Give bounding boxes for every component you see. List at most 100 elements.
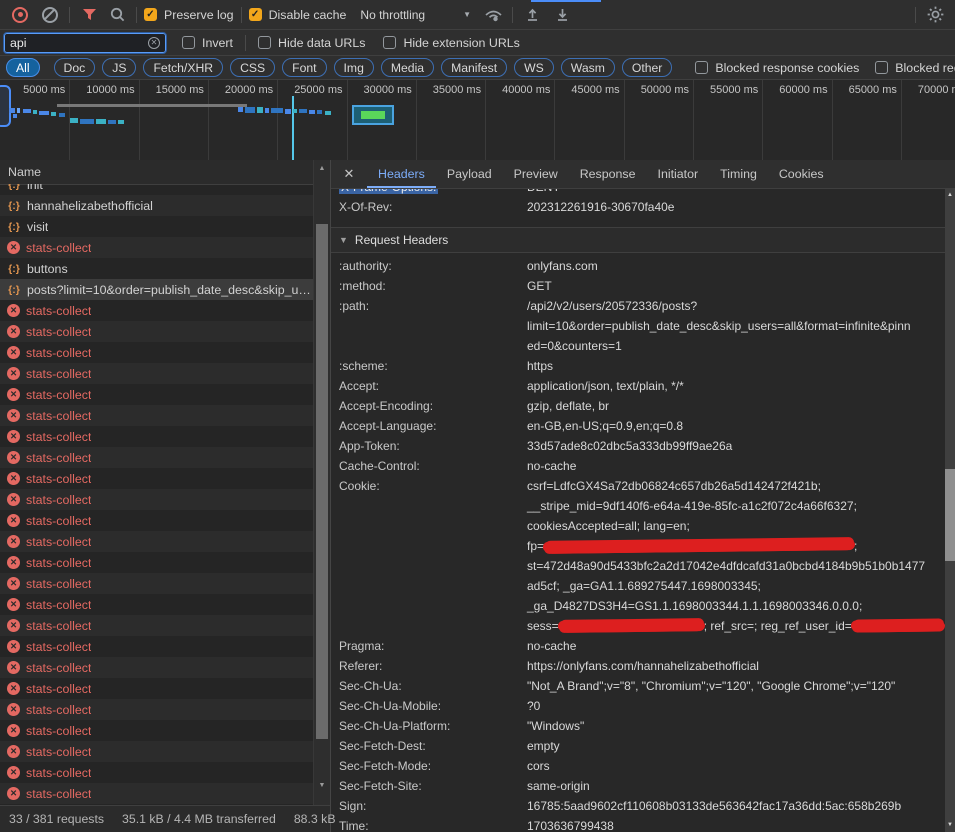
waterfall-bar: [317, 110, 322, 114]
scrollbar-thumb[interactable]: [316, 224, 328, 739]
request-row[interactable]: ✕stats-collect: [0, 405, 314, 426]
type-filter-wasm[interactable]: Wasm: [561, 58, 615, 77]
scroll-up-icon[interactable]: ▲: [945, 192, 955, 198]
request-row[interactable]: ✕stats-collect: [0, 636, 314, 657]
request-row[interactable]: ✕stats-collect: [0, 552, 314, 573]
request-row[interactable]: ✕stats-collect: [0, 531, 314, 552]
request-row[interactable]: ✕stats-collect: [0, 594, 314, 615]
request-row[interactable]: ✕stats-collect: [0, 657, 314, 678]
header-name: Referer:: [331, 656, 527, 676]
request-row[interactable]: ✕stats-collect: [0, 699, 314, 720]
redaction-scribble: [544, 537, 854, 554]
tab-preview[interactable]: Preview: [503, 160, 569, 188]
request-row[interactable]: ✕stats-collect: [0, 783, 314, 804]
type-filter-doc[interactable]: Doc: [54, 58, 96, 77]
hide-extension-urls-checkbox[interactable]: Hide extension URLs: [383, 36, 519, 50]
header-row: :authority:onlyfans.com: [331, 256, 945, 276]
waterfall-bar: [325, 111, 331, 115]
request-row[interactable]: {:}visit: [0, 216, 314, 237]
type-filter-media[interactable]: Media: [381, 58, 434, 77]
filter-input[interactable]: api ✕: [4, 33, 166, 53]
checkbox-blocked-response-cookies[interactable]: Blocked response cookies: [695, 61, 859, 75]
clear-icon[interactable]: [38, 3, 62, 27]
type-filter-css[interactable]: CSS: [230, 58, 275, 77]
preserve-log-checkbox[interactable]: ✓ Preserve log: [144, 8, 234, 22]
request-row[interactable]: ✕stats-collect: [0, 300, 314, 321]
request-row[interactable]: ✕stats-collect: [0, 447, 314, 468]
disable-cache-checkbox[interactable]: ✓ Disable cache: [249, 8, 347, 22]
scroll-up-icon[interactable]: ▲: [314, 165, 330, 172]
type-filter-ws[interactable]: WS: [514, 58, 554, 77]
request-row[interactable]: ✕stats-collect: [0, 615, 314, 636]
tab-headers[interactable]: Headers: [367, 160, 436, 188]
request-row[interactable]: {:}hannahelizabethofficial: [0, 195, 314, 216]
requests-scrollbar[interactable]: ▲ ▼: [313, 160, 330, 805]
checkbox-unchecked-icon: [182, 36, 195, 49]
scroll-down-icon[interactable]: ▼: [314, 782, 330, 789]
request-row[interactable]: ✕stats-collect: [0, 237, 314, 258]
throttling-dropdown[interactable]: No throttling ▼: [360, 8, 471, 22]
network-conditions-icon[interactable]: [481, 3, 505, 27]
hide-data-urls-checkbox[interactable]: Hide data URLs: [258, 36, 365, 50]
search-icon[interactable]: [105, 3, 129, 27]
settings-gear-icon[interactable]: [923, 3, 947, 27]
request-row[interactable]: ✕stats-collect: [0, 573, 314, 594]
header-value: same-origin: [527, 776, 590, 796]
name-column-header[interactable]: Name: [0, 160, 330, 185]
timeline-overview[interactable]: 5000 ms10000 ms15000 ms20000 ms25000 ms3…: [0, 80, 955, 161]
tab-cookies[interactable]: Cookies: [768, 160, 835, 188]
import-har-icon[interactable]: [520, 3, 544, 27]
request-row[interactable]: {:}posts?limit=10&order=publish_date_des…: [0, 279, 314, 300]
scrollbar-thumb[interactable]: [945, 469, 955, 561]
waterfall-bar: [39, 111, 49, 115]
tab-initiator[interactable]: Initiator: [647, 160, 710, 188]
timeline-tick-label: 70000 ms: [894, 84, 955, 96]
tab-payload[interactable]: Payload: [436, 160, 503, 188]
header-name: Sec-Ch-Ua-Mobile:: [331, 696, 527, 716]
request-row[interactable]: ✕stats-collect: [0, 468, 314, 489]
request-row[interactable]: ✕stats-collect: [0, 384, 314, 405]
checkbox-blocked-requests[interactable]: Blocked requests: [875, 61, 955, 75]
waterfall-bar: [245, 107, 255, 113]
header-row: Sec-Fetch-Site:same-origin: [331, 776, 945, 796]
request-headers-section-header[interactable]: ▼Request Headers: [331, 227, 945, 253]
error-icon: ✕: [7, 640, 20, 653]
record-icon[interactable]: [8, 3, 32, 27]
request-name: stats-collect: [26, 241, 91, 255]
request-row[interactable]: {:}buttons: [0, 258, 314, 279]
request-row[interactable]: ✕stats-collect: [0, 426, 314, 447]
type-filter-img[interactable]: Img: [334, 58, 374, 77]
header-value: https://onlyfans.com/hannahelizabethoffi…: [527, 656, 759, 676]
export-har-icon[interactable]: [550, 3, 574, 27]
status-segment: 35.1 kB / 4.4 MB transferred: [122, 812, 276, 826]
type-filter-all[interactable]: All: [6, 58, 40, 77]
type-filter-other[interactable]: Other: [622, 58, 672, 77]
type-filter-font[interactable]: Font: [282, 58, 326, 77]
invert-checkbox[interactable]: Invert: [182, 36, 233, 50]
type-filter-js[interactable]: JS: [102, 58, 136, 77]
request-row[interactable]: ✕stats-collect: [0, 678, 314, 699]
filter-icon[interactable]: [77, 3, 101, 27]
clear-filter-icon[interactable]: ✕: [148, 37, 160, 49]
waterfall-bar: [59, 113, 65, 117]
close-details-icon[interactable]: ✕: [341, 166, 357, 182]
request-row[interactable]: ✕stats-collect: [0, 741, 314, 762]
overview-selection-handle[interactable]: [0, 85, 11, 127]
header-value-line: /api2/v2/users/20572336/posts?: [527, 296, 911, 316]
tab-response[interactable]: Response: [569, 160, 647, 188]
type-filter-fetch-xhr[interactable]: Fetch/XHR: [143, 58, 223, 77]
request-row[interactable]: {:}init: [0, 184, 314, 195]
request-row[interactable]: ✕stats-collect: [0, 321, 314, 342]
request-row[interactable]: ✕stats-collect: [0, 363, 314, 384]
request-row[interactable]: ✕stats-collect: [0, 720, 314, 741]
type-filter-manifest[interactable]: Manifest: [441, 58, 507, 77]
request-row[interactable]: ✕stats-collect: [0, 489, 314, 510]
tab-timing[interactable]: Timing: [709, 160, 768, 188]
request-row[interactable]: ✕stats-collect: [0, 342, 314, 363]
details-scrollbar[interactable]: ▲ ▼: [945, 189, 955, 832]
scroll-down-icon[interactable]: ▼: [945, 822, 955, 828]
header-name: Cookie:: [331, 476, 527, 636]
request-row[interactable]: ✕stats-collect: [0, 510, 314, 531]
header-name: :method:: [331, 276, 527, 296]
request-row[interactable]: ✕stats-collect: [0, 762, 314, 783]
